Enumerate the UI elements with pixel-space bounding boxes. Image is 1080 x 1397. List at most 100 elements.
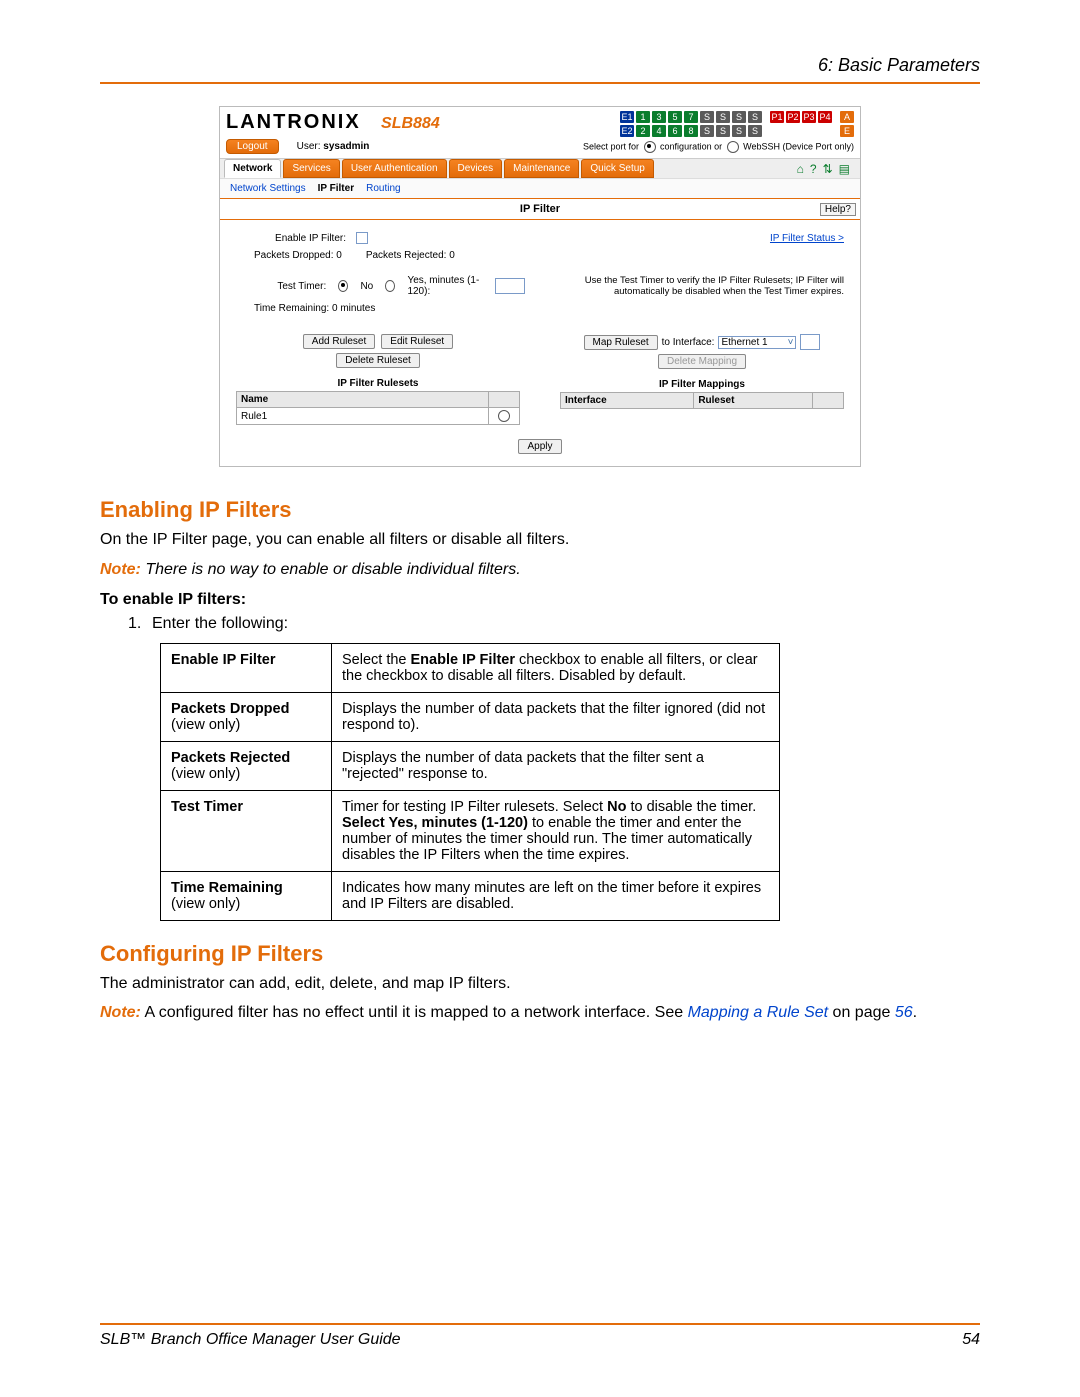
section-enabling-title: Enabling IP Filters	[100, 497, 980, 523]
port-7[interactable]: 7	[684, 111, 698, 123]
to-interface-label: to Interface:	[662, 337, 715, 348]
port-s[interactable]: S	[748, 111, 762, 123]
logout-button[interactable]: Logout	[226, 139, 279, 154]
port-s[interactable]: S	[716, 125, 730, 137]
main-tabs: Network Services User Authentication Dev…	[220, 158, 860, 178]
section-enabling-p1: On the IP Filter page, you can enable al…	[100, 529, 980, 551]
port-e[interactable]: E	[840, 125, 854, 137]
port-p2[interactable]: P2	[786, 111, 800, 123]
help-button[interactable]: Help?	[820, 203, 856, 216]
add-ruleset-button[interactable]: Add Ruleset	[303, 334, 375, 349]
param-test-timer-key: Test Timer	[171, 799, 243, 815]
rulesets-table: Name Rule1	[236, 391, 520, 425]
col-ruleset: Ruleset	[694, 393, 813, 409]
map-extra-input[interactable]	[800, 334, 820, 350]
port-s[interactable]: S	[716, 111, 730, 123]
to-enable-subhead: To enable IP filters:	[100, 591, 980, 609]
port-s[interactable]: S	[700, 111, 714, 123]
note-configuring: Note: A configured filter has no effect …	[100, 1004, 980, 1022]
test-timer-yes-label: Yes, minutes (1-120):	[407, 275, 485, 297]
user-value: sysadmin	[323, 141, 369, 152]
port-p3[interactable]: P3	[802, 111, 816, 123]
radio-configuration[interactable]	[644, 141, 656, 153]
ip-filter-status-link[interactable]: IP Filter Status >	[770, 233, 844, 244]
radio-webssh[interactable]	[727, 141, 739, 153]
subtab-routing[interactable]: Routing	[366, 183, 400, 194]
user-label: User:	[297, 141, 321, 152]
tab-network[interactable]: Network	[224, 159, 281, 178]
port-a[interactable]: A	[840, 111, 854, 123]
test-timer-label: Test Timer:	[236, 281, 326, 292]
port-8[interactable]: 8	[684, 125, 698, 137]
map-ruleset-button[interactable]: Map Ruleset	[584, 335, 658, 350]
tab-quick-setup[interactable]: Quick Setup	[581, 159, 653, 178]
tab-maintenance[interactable]: Maintenance	[504, 159, 579, 178]
section-configuring-p1: The administrator can add, edit, delete,…	[100, 973, 980, 995]
param-rejected-val: Displays the number of data packets that…	[332, 741, 780, 790]
delete-ruleset-button[interactable]: Delete Ruleset	[336, 353, 420, 368]
sub-tabs: Network Settings IP Filter Routing	[220, 178, 860, 199]
subtab-ip-filter[interactable]: IP Filter	[318, 183, 355, 194]
tab-devices[interactable]: Devices	[449, 159, 503, 178]
param-rejected-key: Packets Rejected	[171, 750, 290, 766]
test-timer-no-radio[interactable]	[338, 280, 348, 292]
port-p1[interactable]: P1	[770, 111, 784, 123]
delete-mapping-button[interactable]: Delete Mapping	[658, 354, 746, 369]
port-s[interactable]: S	[748, 125, 762, 137]
header-rule	[100, 82, 980, 84]
port-s[interactable]: S	[732, 111, 746, 123]
tab-services[interactable]: Services	[283, 159, 339, 178]
port-e2[interactable]: E2	[620, 125, 634, 137]
port-p4[interactable]: P4	[818, 111, 832, 123]
home-icon[interactable]: ⌂	[797, 162, 804, 176]
step-1: 1. Enter the following:	[128, 615, 980, 633]
table-row[interactable]: Rule1	[237, 408, 520, 425]
page-footer: SLB™ Branch Office Manager User Guide 54	[100, 1315, 980, 1349]
brand-logo: LANTRONIX	[226, 111, 368, 133]
param-time-remaining-key: Time Remaining	[171, 880, 283, 896]
parameter-table: Enable IP Filter Select the Enable IP Fi…	[160, 643, 780, 921]
port-2[interactable]: 2	[636, 125, 650, 137]
port-select-hint: Select port for configuration or WebSSH …	[583, 141, 854, 153]
test-timer-no-label: No	[360, 281, 373, 292]
subtab-network-settings[interactable]: Network Settings	[230, 183, 306, 194]
model-label: SLB884	[381, 115, 440, 132]
panel-icon[interactable]: ▤	[839, 162, 850, 176]
apply-button[interactable]: Apply	[518, 439, 561, 454]
param-time-remaining-val: Indicates how many minutes are left on t…	[332, 871, 780, 920]
time-remaining: Time Remaining: 0 minutes	[254, 303, 375, 314]
tab-user-authentication[interactable]: User Authentication	[342, 159, 447, 178]
param-enable-val: Select the Enable IP Filter checkbox to …	[332, 643, 780, 692]
chevron-down-icon: ˅	[788, 337, 794, 348]
port-3[interactable]: 3	[652, 111, 666, 123]
tree-icon[interactable]: ⇅	[823, 162, 833, 176]
port-e1[interactable]: E1	[620, 111, 634, 123]
rule-name: Rule1	[237, 408, 489, 425]
port-4[interactable]: 4	[652, 125, 666, 137]
test-timer-yes-radio[interactable]	[385, 280, 395, 292]
port-6[interactable]: 6	[668, 125, 682, 137]
footer-title: SLB™ Branch Office Manager User Guide	[100, 1331, 401, 1349]
test-timer-minutes-input[interactable]	[495, 278, 525, 294]
port-s[interactable]: S	[732, 125, 746, 137]
edit-ruleset-button[interactable]: Edit Ruleset	[381, 334, 453, 349]
mapping-rule-set-link[interactable]: Mapping a Rule Set	[688, 1004, 829, 1021]
note-enabling: Note: There is no way to enable or disab…	[100, 561, 980, 579]
brand-area: LANTRONIX SLB884	[226, 111, 440, 134]
param-dropped-key: Packets Dropped	[171, 701, 289, 717]
section-configuring-title: Configuring IP Filters	[100, 941, 980, 967]
app-screenshot: LANTRONIX SLB884 E1 1 3 5 7 S S S S P1 P…	[219, 106, 861, 467]
enable-ip-filter-checkbox[interactable]	[356, 232, 368, 244]
mappings-title: IP Filter Mappings	[560, 379, 844, 390]
help-icon[interactable]: ?	[810, 162, 817, 176]
port-1[interactable]: 1	[636, 111, 650, 123]
interface-select[interactable]: Ethernet 1˅	[718, 336, 796, 349]
enable-ip-filter-label: Enable IP Filter:	[236, 233, 346, 244]
port-panel: E1 1 3 5 7 S S S S P1 P2 P3 P4 A	[620, 111, 854, 137]
page-title: IP Filter	[520, 203, 560, 215]
footer-page-number: 54	[962, 1331, 980, 1349]
port-5[interactable]: 5	[668, 111, 682, 123]
rule-select-radio[interactable]	[498, 410, 510, 422]
col-interface: Interface	[561, 393, 694, 409]
port-s[interactable]: S	[700, 125, 714, 137]
